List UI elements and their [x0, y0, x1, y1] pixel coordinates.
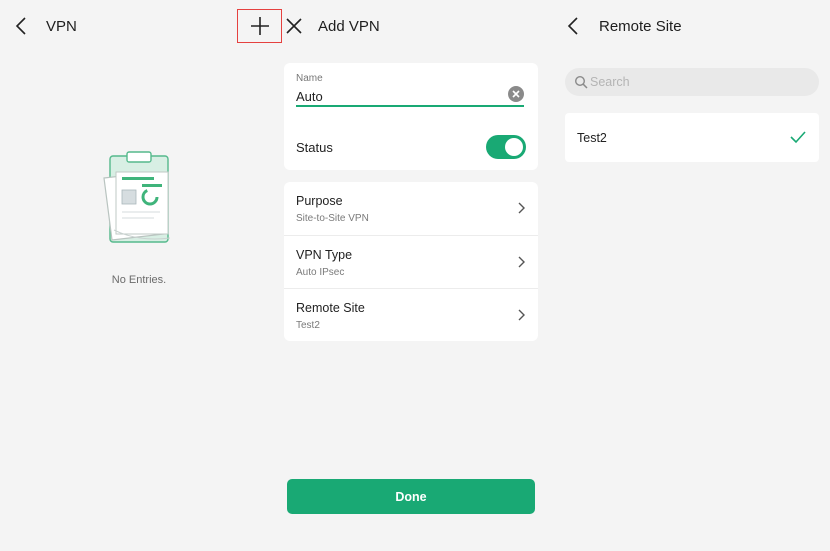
vpn-type-value: Auto IPsec	[296, 267, 345, 278]
name-status-card: Name Status	[284, 63, 538, 170]
remote-site-label: Remote Site	[296, 301, 365, 315]
clear-icon	[512, 90, 520, 98]
status-row: Status	[284, 131, 538, 161]
clear-button[interactable]	[508, 86, 524, 102]
add-vpn-header: Add VPN	[278, 0, 546, 52]
page-title: VPN	[46, 18, 77, 35]
back-icon	[15, 17, 26, 35]
site-name: Test2	[577, 131, 607, 145]
vpn-list-header: VPN	[0, 0, 282, 52]
add-vpn-button[interactable]	[237, 9, 282, 43]
list-item[interactable]: Test2	[565, 113, 819, 162]
status-toggle[interactable]	[486, 135, 526, 159]
name-label: Name	[296, 73, 323, 84]
close-icon	[286, 18, 302, 34]
toggle-knob	[505, 138, 523, 156]
vpn-list-screen: VPN No Entries.	[0, 0, 282, 551]
close-button[interactable]	[282, 14, 306, 38]
status-label: Status	[296, 140, 333, 155]
remote-site-screen: Remote Site Test2	[556, 0, 830, 551]
purpose-label: Purpose	[296, 194, 343, 208]
remote-site-header: Remote Site	[556, 0, 830, 52]
remote-site-value: Test2	[296, 320, 320, 331]
vpn-type-row[interactable]: VPN Type Auto IPsec	[284, 235, 538, 288]
search-bar	[565, 68, 819, 96]
remote-site-row[interactable]: Remote Site Test2	[284, 288, 538, 341]
vpn-type-label: VPN Type	[296, 248, 353, 262]
chevron-right-icon	[518, 309, 525, 321]
search-input[interactable]	[590, 73, 810, 91]
search-icon	[574, 75, 588, 89]
purpose-row[interactable]: Purpose Site-to-Site VPN	[284, 182, 538, 235]
back-button[interactable]	[10, 14, 34, 38]
chevron-right-icon	[518, 202, 525, 214]
page-title: Add VPN	[318, 18, 380, 35]
vpn-settings-card: Purpose Site-to-Site VPN VPN Type Auto I…	[284, 182, 538, 341]
purpose-value: Site-to-Site VPN	[296, 213, 369, 224]
clipboard-illustration	[103, 151, 171, 243]
empty-text: No Entries.	[111, 274, 167, 286]
chevron-right-icon	[518, 256, 525, 268]
back-button[interactable]	[562, 14, 586, 38]
plus-icon	[250, 17, 269, 35]
page-title: Remote Site	[599, 18, 682, 35]
add-vpn-screen: Add VPN Name Status Purpose Site-to-Site…	[278, 0, 546, 551]
done-button[interactable]: Done	[287, 479, 535, 514]
back-icon	[567, 17, 578, 35]
empty-state: No Entries.	[0, 150, 278, 286]
check-icon	[790, 131, 806, 144]
name-input[interactable]	[296, 87, 524, 107]
